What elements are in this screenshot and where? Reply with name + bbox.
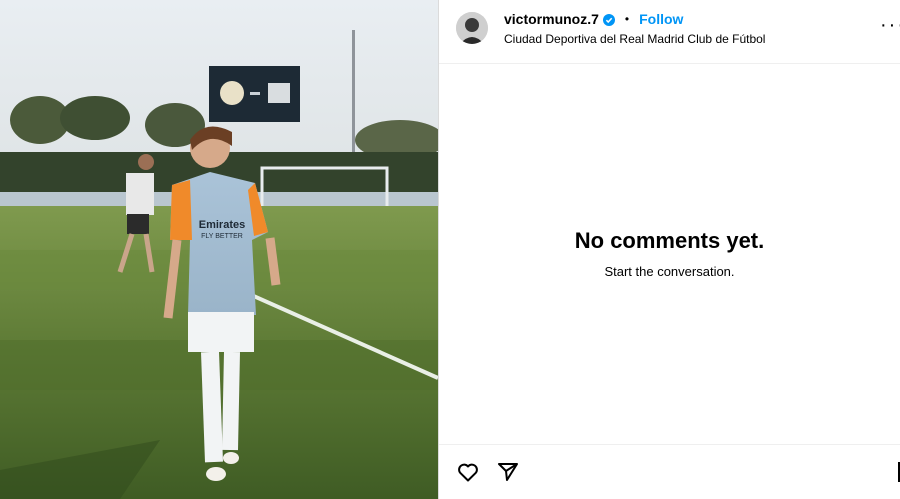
location-link[interactable]: Ciudad Deportiva del Real Madrid Club de… xyxy=(504,32,765,46)
heart-icon[interactable] xyxy=(456,460,480,484)
separator-dot: • xyxy=(624,12,630,26)
verified-badge-icon xyxy=(602,13,615,26)
empty-comments: No comments yet. Start the conversation. xyxy=(439,228,900,279)
post-actions-bar xyxy=(439,444,900,499)
paper-plane-icon[interactable] xyxy=(496,460,520,484)
username-row: victormunoz.7 • Follow xyxy=(504,11,683,27)
empty-comments-title: No comments yet. xyxy=(574,228,765,253)
follow-button[interactable]: Follow xyxy=(639,11,683,27)
post-side-panel: victormunoz.7 • Follow Ciudad Deportiva … xyxy=(438,0,900,499)
username-link[interactable]: victormunoz.7 xyxy=(504,11,599,27)
avatar[interactable] xyxy=(456,12,488,44)
jersey-sponsor-subtext: FLY BETTER xyxy=(201,233,243,240)
post-photo: Emirates FLY BETTER xyxy=(0,0,438,499)
jersey-sponsor-text: Emirates xyxy=(199,219,245,231)
post-header: victormunoz.7 • Follow Ciudad Deportiva … xyxy=(439,0,900,64)
avatar-image xyxy=(456,12,488,44)
more-options-icon[interactable]: ··· xyxy=(880,14,900,37)
post-photo-image: Emirates FLY BETTER xyxy=(0,0,438,499)
empty-comments-subtitle: Start the conversation. xyxy=(604,264,735,279)
